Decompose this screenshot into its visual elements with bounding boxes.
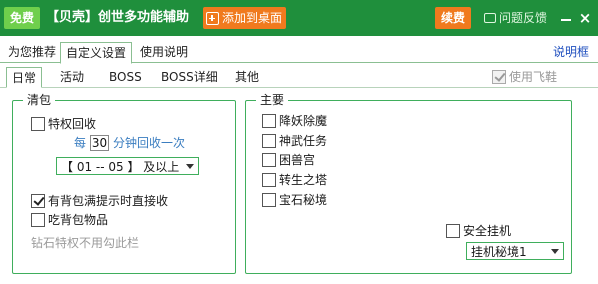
- task-rebirth-tower-check-icon: [262, 173, 276, 187]
- task-checkbox-beast-palace[interactable]: 困兽宫: [262, 152, 315, 168]
- safe-hook-checkbox[interactable]: 安全挂机: [446, 223, 511, 239]
- tab-instructions[interactable]: 使用说明: [135, 42, 193, 63]
- tab-recommended[interactable]: 为您推荐: [3, 42, 61, 63]
- task-checkbox-rebirth-tower[interactable]: 转生之塔: [262, 172, 327, 188]
- task-beast-palace-label: 困兽宫: [279, 153, 316, 167]
- description-link[interactable]: 说明框: [553, 44, 589, 60]
- recycle-interval-input[interactable]: 30: [90, 135, 110, 151]
- task-shenwu-label: 神武任务: [279, 134, 328, 148]
- subtab-daily[interactable]: 日常: [6, 67, 43, 88]
- subtab-other[interactable]: 其他: [233, 67, 261, 88]
- chevron-down-icon: [551, 248, 559, 254]
- every-prefix: 每: [74, 136, 87, 150]
- free-badge: 免费: [4, 7, 41, 29]
- chevron-down-icon: [186, 163, 194, 169]
- title-bar: 免费 【贝壳】创世多功能辅助 添加到桌面 续费 问题反馈 ×: [0, 0, 598, 36]
- bag-cleanup-title: 清包: [23, 92, 56, 108]
- eat-bag-items-check-icon: [31, 213, 45, 227]
- use-shoes-label: 使用飞鞋: [509, 70, 558, 84]
- renew-button[interactable]: 续费: [435, 7, 471, 29]
- recycle-interval-row: 每 30 分钟回收一次: [74, 135, 185, 151]
- task-checkbox-gem-realm[interactable]: 宝石秘境: [262, 192, 327, 208]
- task-demon-check-icon: [262, 114, 276, 128]
- minimize-button[interactable]: [559, 9, 573, 27]
- main-tasks-title: 主要: [256, 92, 289, 108]
- task-rebirth-tower-label: 转生之塔: [279, 173, 328, 187]
- privilege-recycle-check-icon: [31, 117, 45, 131]
- subtab-events[interactable]: 活动: [58, 67, 86, 88]
- task-checkbox-demon[interactable]: 降妖除魔: [262, 113, 327, 129]
- task-gem-realm-label: 宝石秘境: [279, 193, 328, 207]
- every-suffix: 分钟回收一次: [113, 136, 186, 150]
- level-range-value: 【 01 -- 05 】 及以上: [61, 159, 180, 174]
- privilege-recycle-checkbox[interactable]: 特权回收: [31, 116, 96, 132]
- full-bag-recycle-label: 有背包满提示时直接收: [48, 194, 169, 208]
- task-demon-label: 降妖除魔: [279, 114, 328, 128]
- task-gem-realm-check-icon: [262, 193, 276, 207]
- add-icon: [206, 11, 219, 25]
- feedback-link[interactable]: 问题反馈: [484, 9, 547, 27]
- tab-custom-settings[interactable]: 自定义设置: [60, 42, 133, 64]
- task-shenwu-check-icon: [262, 134, 276, 148]
- full-bag-recycle-checkbox[interactable]: 有背包满提示时直接收: [31, 193, 168, 209]
- task-checkbox-shenwu[interactable]: 神武任务: [262, 133, 327, 149]
- close-button[interactable]: ×: [578, 9, 592, 27]
- safe-hook-label: 安全挂机: [463, 224, 512, 238]
- feedback-label: 问题反馈: [499, 11, 548, 25]
- app-title: 【贝壳】创世多功能辅助: [46, 10, 190, 25]
- hook-realm-value: 挂机秘境1: [471, 244, 527, 259]
- add-to-desktop-button[interactable]: 添加到桌面: [203, 7, 287, 29]
- subtab-boss[interactable]: BOSS: [107, 67, 144, 88]
- use-shoes-check-icon: [492, 69, 506, 84]
- use-shoes-checkbox[interactable]: 使用飞鞋: [492, 68, 557, 85]
- eat-bag-items-label: 吃背包物品: [48, 213, 109, 227]
- diamond-privilege-hint: 钻石特权不用勾此栏: [31, 236, 140, 250]
- level-range-select[interactable]: 【 01 -- 05 】 及以上: [56, 157, 199, 175]
- hook-realm-select[interactable]: 挂机秘境1: [466, 242, 564, 260]
- add-to-desktop-label: 添加到桌面: [222, 11, 283, 25]
- eat-bag-items-checkbox[interactable]: 吃背包物品: [31, 212, 108, 228]
- full-bag-recycle-check-icon: [31, 194, 45, 208]
- main-tab-bar: 为您推荐 自定义设置 使用说明: [0, 42, 598, 64]
- privilege-recycle-label: 特权回收: [48, 117, 97, 131]
- safe-hook-check-icon: [446, 224, 460, 238]
- feedback-icon: [484, 13, 496, 23]
- task-beast-palace-check-icon: [262, 153, 276, 167]
- subtab-boss-detail[interactable]: BOSS详细: [159, 67, 220, 88]
